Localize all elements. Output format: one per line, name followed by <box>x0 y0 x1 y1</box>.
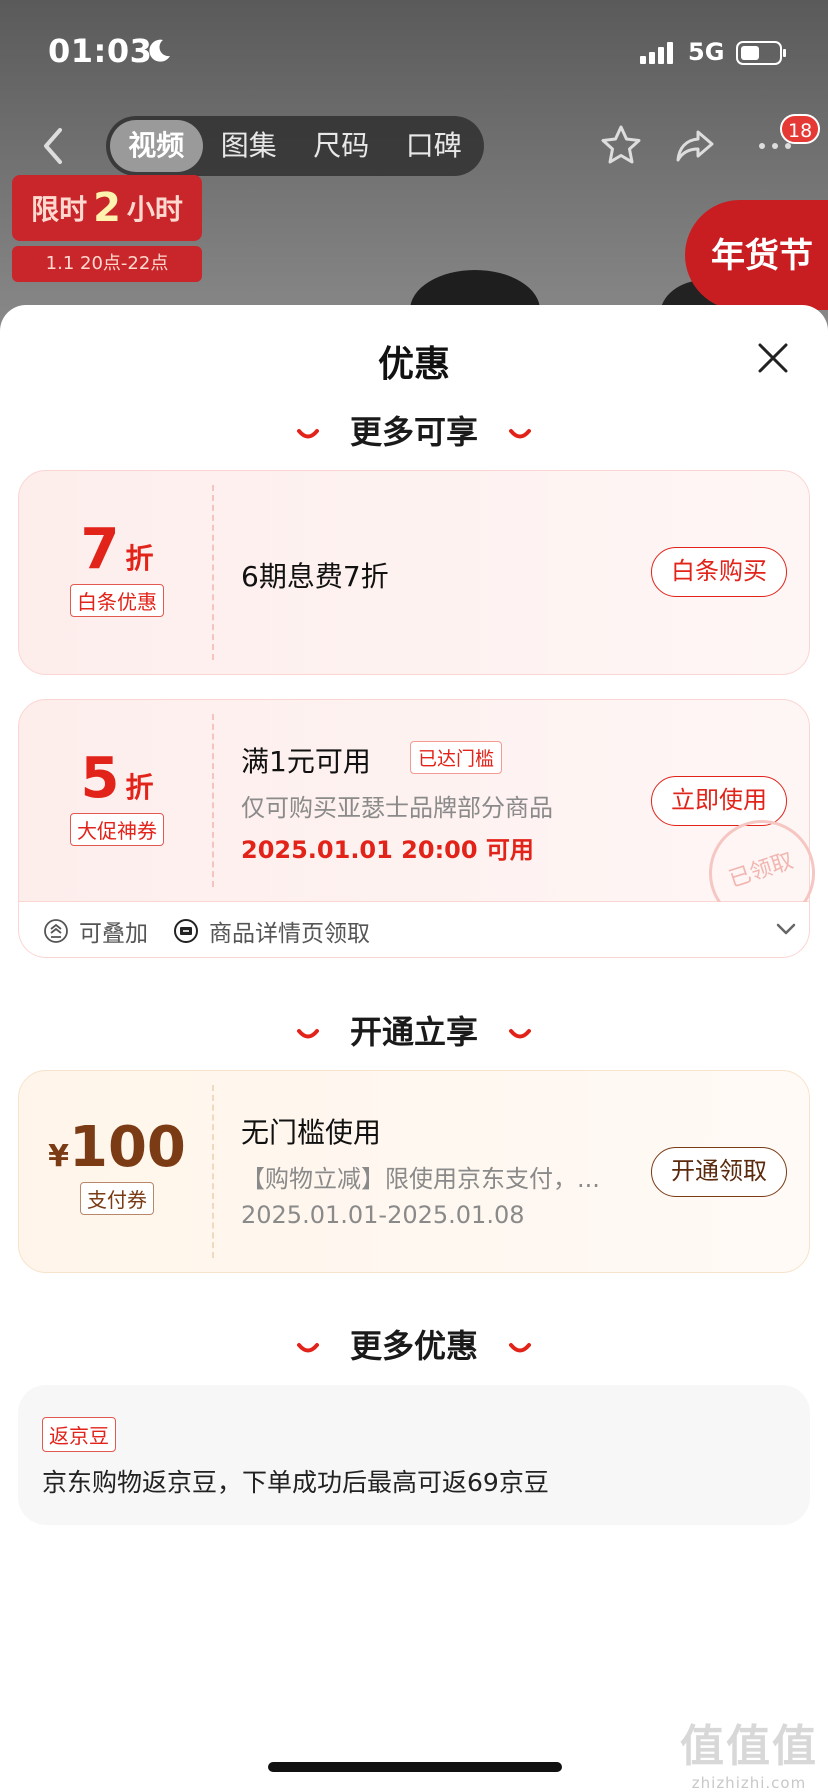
coupon-type-tag: 大促神券 <box>70 813 164 846</box>
section-title-activate: 开通立享 <box>0 1007 828 1053</box>
media-tabs: 视频 图集 尺码 口碑 <box>106 116 484 176</box>
festival-badge: 年货节 <box>685 200 828 310</box>
smile-dot-icon <box>509 429 532 439</box>
watermark: 值值值 zhizhizhi.com <box>676 1710 822 1792</box>
threshold-met-tag: 已达门槛 <box>410 741 503 774</box>
tab-video[interactable]: 视频 <box>110 120 203 172</box>
flash-sale-prefix: 限时 <box>31 193 88 226</box>
coupon-description: 【购物立减】限使用京东支付，... <box>241 1165 600 1193</box>
signal-icon <box>640 42 673 64</box>
coupon-divider <box>212 1085 214 1258</box>
coupon-divider <box>212 714 214 887</box>
claim-source-label: 商品详情页领取 <box>209 921 370 947</box>
smile-dot-icon <box>296 1343 319 1353</box>
baitiao-buy-button[interactable]: 白条购买 <box>651 547 787 597</box>
coupon-title: 6期息费7折 <box>241 560 389 593</box>
flash-sale-hours: 2 <box>93 185 121 231</box>
section-title-more-offers: 更多优惠 <box>0 1321 828 1367</box>
watermark-url: zhizhizhi.com <box>691 1774 807 1792</box>
coupon-divider <box>212 485 214 660</box>
coupon-discount-unit: 折 <box>125 542 154 575</box>
coupon-title: 无门槛使用 <box>241 1116 382 1149</box>
product-page-background: 01:03 5G 视频 图集 尺码 口碑 18 限时 2 小时 1.1 20点-… <box>0 0 828 340</box>
promo-coupon-card: 5折 大促神券 满1元可用 已达门槛 仅可购买亚瑟士品牌部分商品 2025.01… <box>18 699 828 940</box>
tab-gallery[interactable]: 图集 <box>203 120 296 172</box>
jingdou-offer-card: 返京豆 京东购物返京豆，下单成功后最高可返69京豆 <box>18 1385 810 1525</box>
smile-dot-icon <box>296 429 319 439</box>
chevron-down-icon[interactable] <box>775 922 797 936</box>
back-icon[interactable] <box>38 124 68 168</box>
section-title-more-enjoy: 更多可享 <box>0 407 828 453</box>
tab-reviews[interactable]: 口碑 <box>388 120 481 172</box>
coupon-type-tag: 支付券 <box>80 1182 154 1215</box>
smile-dot-icon <box>509 1029 532 1039</box>
close-icon[interactable] <box>756 341 790 375</box>
coupon-valid-date: 2025.01.01-2025.01.08 <box>241 1201 525 1229</box>
coupon-discount-value: 7 <box>80 517 120 582</box>
coupon-discount-value: 5 <box>80 746 120 811</box>
coupon-value-block: 5折 大促神券 <box>19 700 215 901</box>
jingdou-offer-text: 京东购物返京豆，下单成功后最高可返69京豆 <box>42 1468 549 1497</box>
activate-claim-button[interactable]: 开通领取 <box>651 1147 787 1197</box>
ticket-icon <box>174 919 198 943</box>
coupon-valid-date: 2025.01.01 20:00 可用 <box>241 836 534 864</box>
stack-icon <box>44 919 68 943</box>
section-title-more-enjoy-label: 更多可享 <box>349 413 478 451</box>
baitiao-coupon-card: 7折 白条优惠 6期息费7折 白条购买 <box>18 470 810 675</box>
star-icon[interactable] <box>598 122 644 168</box>
stackable-label: 可叠加 <box>79 921 148 947</box>
jingdou-tag: 返京豆 <box>42 1417 116 1452</box>
stackable-info: 可叠加 <box>43 914 148 948</box>
smile-dot-icon <box>296 1029 319 1039</box>
status-time: 01:03 <box>48 32 153 70</box>
moon-icon <box>149 39 170 62</box>
sheet-title: 优惠 <box>377 344 450 385</box>
network-label: 5G <box>688 38 725 66</box>
coupon-title: 满1元可用 <box>241 745 371 778</box>
section-title-more-offers-label: 更多优惠 <box>349 1327 478 1365</box>
coupon-type-tag: 白条优惠 <box>70 584 164 617</box>
battery-icon <box>736 41 786 65</box>
coupon-value-block: ¥100 支付券 <box>19 1071 215 1272</box>
coupon-value-block: 7折 白条优惠 <box>19 471 215 674</box>
watermark-glyphs: 值值值 <box>680 1721 818 1772</box>
flash-sale-banner: 限时 2 小时 <box>12 175 202 241</box>
share-icon[interactable] <box>672 122 718 168</box>
flash-sale-suffix: 小时 <box>126 193 183 226</box>
coupon-amount: 100 <box>68 1115 186 1180</box>
smile-dot-icon <box>509 1343 532 1353</box>
home-indicator[interactable] <box>268 1762 562 1772</box>
claim-source-info: 商品详情页领取 <box>173 914 370 948</box>
notification-badge: 18 <box>780 114 821 144</box>
coupon-currency: ¥ <box>48 1139 69 1174</box>
status-bar: 01:03 5G <box>0 0 828 100</box>
tab-size[interactable]: 尺码 <box>295 120 388 172</box>
promo-coupon-footer: 可叠加 商品详情页领取 <box>18 902 810 958</box>
use-now-button[interactable]: 立即使用 <box>651 776 787 826</box>
flash-sale-time: 1.1 20点-22点 <box>12 246 202 282</box>
section-title-activate-label: 开通立享 <box>349 1013 478 1051</box>
payment-coupon-card: ¥100 支付券 无门槛使用 【购物立减】限使用京东支付，... 2025.01… <box>18 1070 810 1273</box>
coupon-description: 仅可购买亚瑟士品牌部分商品 <box>241 794 553 822</box>
discount-sheet: 优惠 更多可享 7折 白条优惠 6期息费7折 白条购买 5折 大促神券 满1元可… <box>0 305 828 1792</box>
coupon-discount-unit: 折 <box>125 771 154 804</box>
